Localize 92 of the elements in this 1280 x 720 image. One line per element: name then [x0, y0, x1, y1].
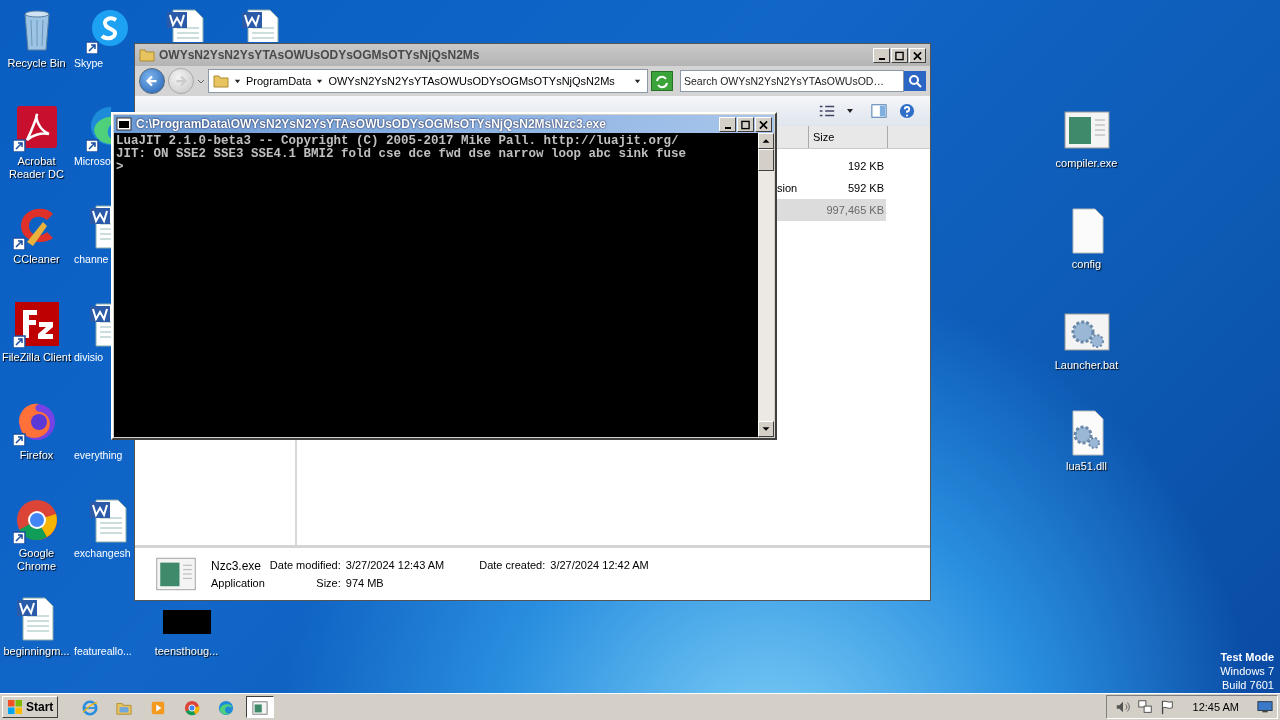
breadcrumb-caret-icon[interactable] [234, 77, 241, 85]
close-icon [759, 119, 768, 130]
console-icon [116, 116, 132, 132]
desktop-icon-label[interactable]: Google Chrome [0, 547, 74, 573]
network-icon[interactable] [1136, 699, 1153, 715]
breadcrumb-item[interactable]: ProgramData [246, 75, 312, 87]
desktop-icon-label[interactable]: featureallo... [74, 645, 132, 658]
close-button[interactable] [755, 116, 772, 132]
maximize-button[interactable] [891, 47, 908, 63]
file-type-text: sion [777, 182, 798, 194]
start-button[interactable]: Start [2, 696, 59, 718]
scroll-up-icon[interactable] [758, 133, 774, 149]
ftp-client-icon[interactable] [12, 300, 61, 348]
detail-label: Date created: [479, 559, 546, 573]
minimize-icon [879, 57, 885, 60]
scroll-down-icon[interactable] [758, 421, 774, 437]
speaker-icon[interactable] [1114, 699, 1131, 715]
desktop-icon-label[interactable]: Skype [74, 57, 104, 70]
internet-explorer-icon [82, 699, 99, 717]
detail-value: 974 MB [345, 577, 385, 589]
minimize-button[interactable] [873, 47, 890, 63]
help-icon[interactable] [898, 103, 916, 119]
browser-icon [218, 699, 235, 717]
desktop-icon-label[interactable]: Microso [74, 155, 111, 168]
desktop-icon-label[interactable]: everything [74, 449, 123, 462]
desktop-icon-label[interactable]: channe [74, 253, 109, 266]
file-row[interactable]: 192 KB [776, 155, 886, 177]
os-notice-text: Test Mode [1220, 650, 1274, 664]
desktop-icon-label[interactable]: beginningm... [3, 645, 70, 658]
console-window-icon [252, 699, 269, 717]
close-button[interactable] [909, 47, 926, 63]
history-caret-icon[interactable] [197, 77, 205, 85]
search-icon[interactable] [904, 71, 926, 91]
dropdown-caret-icon[interactable] [634, 77, 641, 85]
address-bar[interactable]: ProgramData OWYsN2YsN2YsYTAsOWUsODYsOGMsOTYsNjQsN2Ms [208, 69, 648, 93]
desktop-icon-label[interactable]: exchangesh [74, 547, 131, 560]
desktop-icon-label[interactable]: FileZilla Client [1, 351, 72, 364]
breadcrumb-item[interactable]: OWYsN2YsN2YsYTAsOWUsODYsOGMsOTYsNjQsN2Ms [328, 75, 615, 87]
back-button[interactable] [139, 68, 165, 94]
detail-label: Date modified: [269, 559, 341, 573]
file-size-text: 592 KB [847, 182, 885, 194]
refresh-icon [654, 74, 670, 90]
minimize-button[interactable] [719, 116, 736, 132]
chrome-icon [184, 699, 201, 717]
maximize-button[interactable] [737, 116, 754, 132]
desktop-icon-label[interactable]: teensthoug... [154, 645, 219, 658]
folder-icon [213, 73, 229, 89]
window-title: C:\ProgramData\OWYsN2YsN2YsYTAsOWUsODYsOGMsOTYsNjQsN2Ms\Nzc3.exe [136, 117, 607, 131]
desktop-icon-label[interactable]: Recycle Bin [7, 57, 66, 70]
breadcrumb-caret-icon[interactable] [316, 77, 324, 85]
file-row[interactable]: 997,465 KB [776, 199, 886, 221]
detail-value: 3/27/2024 12:43 AM [345, 559, 445, 573]
taskbar-button[interactable] [246, 696, 275, 718]
desktop-icon-label[interactable]: compiler.exe [1055, 157, 1118, 170]
desktop-icon-label[interactable]: Firefox [19, 449, 54, 462]
desktop-icon-label[interactable]: CCleaner [13, 253, 60, 266]
detail-label: Size: [315, 577, 341, 589]
windows-logo-icon [7, 699, 23, 715]
file-name: Nzc3.exe [211, 559, 263, 573]
column-header[interactable]: Size [809, 126, 888, 148]
detail-value: 3/27/2024 12:42 AM [550, 559, 649, 573]
file-size-text: 997,465 KB [826, 204, 885, 216]
view-options-icon[interactable] [818, 103, 836, 119]
folder-icon [139, 47, 155, 63]
close-icon [913, 50, 922, 61]
file-type: Application [211, 577, 265, 589]
clock[interactable]: 12:45 AM [1192, 701, 1239, 713]
refresh-button[interactable] [651, 71, 673, 91]
search-field[interactable]: Search OWYsN2YsN2YsYTAsOWUsOD… [680, 70, 904, 92]
desktop-icon-label[interactable]: divisio [74, 351, 104, 364]
maximize-icon [895, 50, 904, 61]
monitor-icon [1257, 700, 1273, 714]
os-notice-text: Windows 7 [1220, 664, 1274, 678]
thumbnail-icon[interactable] [162, 610, 211, 634]
window-title: OWYsN2YsN2YsYTAsOWUsODYsOGMsOTYsNjQsN2Ms [159, 48, 481, 62]
os-notice-text: Build 7601 [1222, 678, 1274, 692]
file-size-text: 192 KB [847, 160, 885, 172]
desktop-icon-label[interactable]: config [1071, 258, 1102, 271]
caret-icon[interactable] [846, 107, 854, 115]
maximize-icon [741, 119, 750, 130]
desktop-icon-label[interactable]: lua51.dll [1066, 460, 1107, 473]
scroll-thumb[interactable] [758, 149, 774, 171]
desktop-icon-label[interactable]: Acrobat Reader DC [0, 155, 74, 181]
desktop-icon-label[interactable]: Launcher.bat [1054, 359, 1119, 372]
console-output-line: JIT: ON SSE2 SSE3 SSE4.1 BMI2 fold cse dce fwd dse narrow loop abc sink fuse [116, 148, 688, 161]
scrollbar[interactable] [758, 133, 774, 437]
media-player-icon [150, 699, 167, 717]
console-output-line: LuaJIT 2.1.0-beta3 -- Copyright (C) 2005-2017 Mike Pall. http://luajit.org/ [116, 135, 679, 148]
application-window-icon [155, 556, 197, 592]
file-row[interactable]: sion 592 KB [776, 177, 886, 199]
console-output-line: > [116, 161, 125, 174]
preview-pane-icon[interactable] [870, 103, 888, 119]
